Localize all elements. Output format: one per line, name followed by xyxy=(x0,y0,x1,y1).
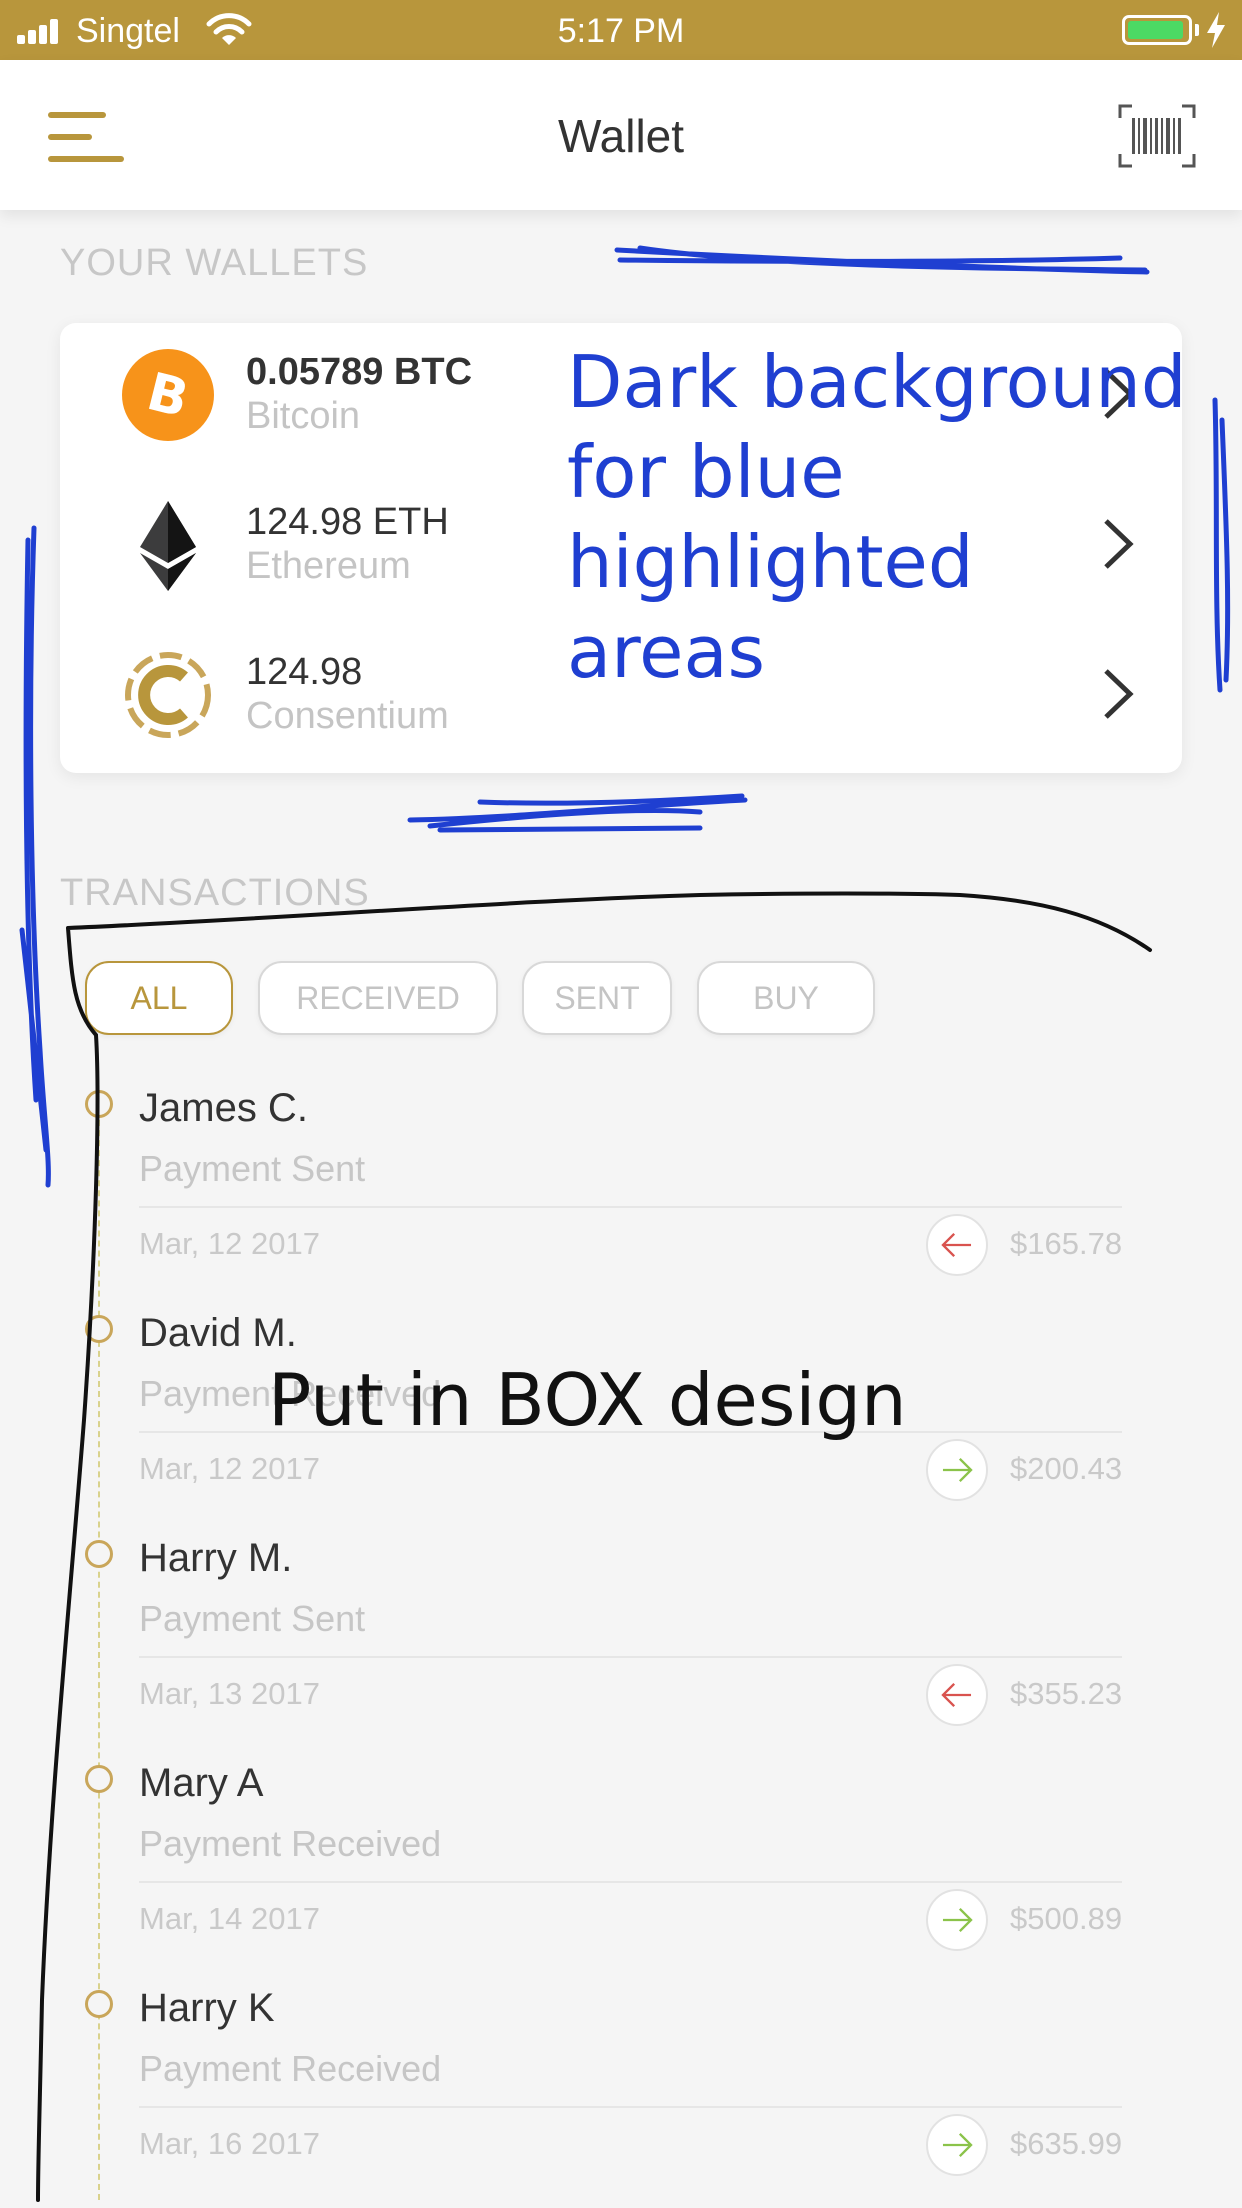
divider xyxy=(139,1881,1122,1883)
arrow-right-icon xyxy=(926,1439,988,1501)
transaction-date: Mar, 12 2017 xyxy=(139,1451,320,1486)
status-time: 5:17 PM xyxy=(557,12,685,50)
filter-all-button[interactable]: ALL xyxy=(85,961,233,1035)
page-title: Wallet xyxy=(557,110,685,162)
transaction-date: Mar, 12 2017 xyxy=(139,1226,320,1261)
wallet-amount: 124.98 xyxy=(246,651,363,693)
wallet-amount: 124.98 ETH xyxy=(246,501,449,543)
transaction-item[interactable]: Mary A Payment Received Mar, 14 2017 $50… xyxy=(0,1761,1242,1990)
transaction-item[interactable]: Harry K Payment Received Mar, 16 2017 $6… xyxy=(0,1986,1242,2208)
transaction-date: Mar, 14 2017 xyxy=(139,1901,320,1936)
transaction-amount: $165.78 xyxy=(1010,1226,1123,1261)
transaction-amount: $355.23 xyxy=(1010,1676,1123,1711)
transaction-type: Payment Received xyxy=(139,1823,442,1864)
transaction-amount: $635.99 xyxy=(1010,2126,1123,2161)
transaction-name: James C. xyxy=(139,1086,308,1130)
transaction-date: Mar, 16 2017 xyxy=(139,2126,320,2161)
timeline-dot xyxy=(85,1315,113,1343)
bitcoin-icon: B xyxy=(122,349,214,441)
divider xyxy=(139,1656,1122,1658)
annotation-note-black: Put in BOX design xyxy=(268,1358,907,1442)
wallet-amount: 0.05789 BTC xyxy=(246,351,473,393)
transaction-item[interactable]: Harry M. Payment Sent Mar, 13 2017 $355.… xyxy=(0,1536,1242,1765)
arrow-right-icon xyxy=(926,1889,988,1951)
battery-icon xyxy=(1122,15,1192,45)
arrow-right-icon xyxy=(926,2114,988,2176)
wallet-currency-name: Bitcoin xyxy=(246,395,361,437)
transaction-type: Payment Sent xyxy=(139,1598,366,1639)
divider xyxy=(139,1206,1122,1208)
timeline-dot xyxy=(85,1990,113,2018)
filter-sent-button[interactable]: SENT xyxy=(522,961,672,1035)
transaction-type: Payment Received xyxy=(139,2048,442,2089)
transaction-type: Payment Sent xyxy=(139,1148,366,1189)
status-bar: Singtel 5:17 PM xyxy=(0,0,1242,60)
timeline-dot xyxy=(85,1765,113,1793)
transaction-date: Mar, 13 2017 xyxy=(139,1676,320,1711)
nav-bar: Wallet xyxy=(0,60,1242,210)
wallet-currency-name: Ethereum xyxy=(246,545,411,587)
timeline-dot xyxy=(85,1090,113,1118)
ethereum-icon xyxy=(140,501,196,591)
divider xyxy=(139,2106,1122,2108)
transaction-amount: $500.89 xyxy=(1010,1901,1123,1936)
filter-buy-button[interactable]: BUY xyxy=(697,961,875,1035)
transaction-amount: $200.43 xyxy=(1010,1451,1123,1486)
transaction-item[interactable]: James C. Payment Sent Mar, 12 2017 $165.… xyxy=(0,1086,1242,1315)
arrow-left-icon xyxy=(926,1664,988,1726)
transaction-name: David M. xyxy=(139,1311,297,1355)
charging-bolt-icon xyxy=(1207,12,1225,48)
wallet-currency-name: Consentium xyxy=(246,695,449,737)
wallets-section-title: YOUR WALLETS xyxy=(60,242,369,284)
battery-level xyxy=(1128,21,1183,39)
barcode-scan-icon[interactable] xyxy=(1118,104,1196,168)
battery-nub xyxy=(1195,24,1199,36)
consentium-icon xyxy=(125,652,211,738)
transaction-name: Harry M. xyxy=(139,1536,293,1580)
timeline-dot xyxy=(85,1540,113,1568)
arrow-left-icon xyxy=(926,1214,988,1276)
transaction-name: Harry K xyxy=(139,1986,275,2030)
filter-received-button[interactable]: RECEIVED xyxy=(258,961,498,1035)
transactions-section-title: TRANSACTIONS xyxy=(60,872,370,914)
transaction-name: Mary A xyxy=(139,1761,264,1805)
annotation-note-blue: Dark background for blue highlighted are… xyxy=(567,340,1187,694)
